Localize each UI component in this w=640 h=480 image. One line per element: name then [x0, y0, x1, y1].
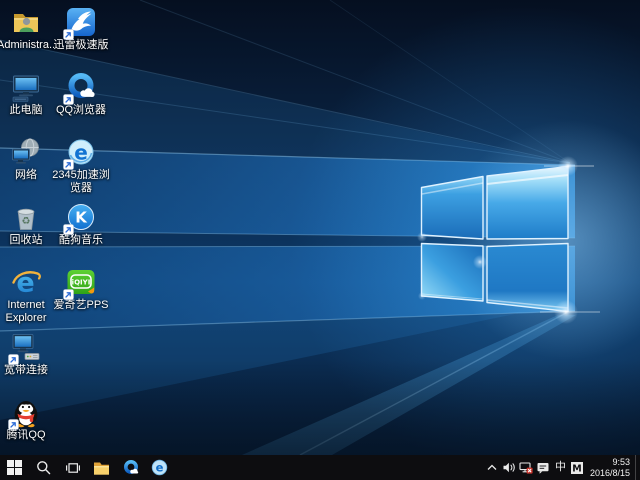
icon-label: 迅雷极速版: [52, 39, 110, 52]
qq-browser-taskbar-button[interactable]: [116, 455, 145, 480]
desktop-icon-administrator-folder[interactable]: Administra...: [0, 6, 55, 52]
qq-browser-icon: [65, 71, 97, 103]
show-desktop-button[interactable]: [635, 455, 640, 480]
icon-label: 爱奇艺PPS: [52, 299, 110, 312]
tray-input-method-chinese-indicator[interactable]: 中: [552, 455, 569, 480]
taskbar: e: [0, 455, 640, 480]
2345-browser-icon: e: [65, 136, 97, 168]
icon-label: Administra...: [0, 39, 55, 52]
tray-input-method-m-indicator[interactable]: M: [569, 455, 586, 480]
file-explorer-icon: [93, 461, 110, 475]
icon-label: QQ浏览器: [52, 104, 110, 117]
system-tray: 中 M 9:53 2016/8/15: [484, 455, 640, 480]
desktop-icon-internet-explorer[interactable]: e Internet Explorer: [0, 266, 55, 325]
shortcut-arrow-icon: [8, 419, 19, 430]
desktop-icon-kugou-music[interactable]: K 酷狗音乐: [52, 201, 110, 247]
input-m-icon: M: [570, 461, 584, 475]
shortcut-arrow-icon: [63, 159, 74, 170]
svg-text:e: e: [156, 461, 164, 475]
desktop-icon-recycle-bin[interactable]: ♻ 回收站: [0, 201, 55, 247]
tencent-qq-icon: [10, 396, 42, 428]
shortcut-arrow-icon: [63, 289, 74, 300]
2345-browser-taskbar-button[interactable]: e: [145, 455, 174, 480]
icon-label: 回收站: [0, 234, 55, 247]
icon-label: 宽带连接: [0, 364, 55, 377]
shortcut-arrow-icon: [63, 224, 74, 235]
svg-text:e: e: [74, 141, 88, 165]
file-explorer-button[interactable]: [87, 455, 116, 480]
shortcut-arrow-icon: [8, 354, 19, 365]
recycle-bin-icon: ♻: [10, 201, 42, 233]
chevron-up-icon: [486, 462, 498, 474]
desktop-icon-thunder-speed[interactable]: 迅雷极速版: [52, 6, 110, 52]
search-icon: [36, 460, 51, 475]
svg-text:iQIYI: iQIYI: [72, 278, 91, 286]
svg-text:K: K: [75, 209, 88, 227]
task-view-button[interactable]: [58, 455, 87, 480]
thunder-icon: [65, 6, 97, 38]
desktop-icon-network[interactable]: 网络: [0, 136, 55, 182]
task-view-icon: [65, 461, 81, 475]
clock-date: 2016/8/15: [590, 468, 630, 479]
shortcut-arrow-icon: [63, 94, 74, 105]
qq-browser-icon: [122, 459, 140, 477]
network-icon: [10, 136, 42, 168]
tray-message-button[interactable]: [535, 455, 552, 480]
message-icon: [536, 461, 550, 475]
desktop-icon-this-pc[interactable]: 此电脑: [0, 71, 55, 117]
tray-network-disconnected-button[interactable]: [518, 455, 535, 480]
start-button[interactable]: [0, 455, 29, 480]
iqiyi-pps-icon: iQIYI: [65, 266, 97, 298]
windows-logo-icon: [7, 460, 22, 475]
kugou-music-icon: K: [65, 201, 97, 233]
desktop-icon-2345-browser[interactable]: e 2345加速浏 览器: [52, 136, 110, 195]
network-disconnected-icon: [519, 461, 533, 474]
desktop-icon-qq-browser[interactable]: QQ浏览器: [52, 71, 110, 117]
administrator-folder-icon: [10, 6, 42, 38]
svg-text:♻: ♻: [22, 216, 31, 227]
desktop-icon-tencent-qq[interactable]: 腾讯QQ: [0, 396, 55, 442]
tray-chevron-up-button[interactable]: [484, 455, 501, 480]
icon-label: 网络: [0, 169, 55, 182]
icon-label: 2345加速浏 览器: [52, 169, 110, 195]
icon-label: Internet Explorer: [0, 299, 55, 325]
desktop-icon-iqiyi-pps[interactable]: iQIYI 爱奇艺PPS: [52, 266, 110, 312]
icon-label: 酷狗音乐: [52, 234, 110, 247]
icon-label: 腾讯QQ: [0, 429, 55, 442]
this-pc-icon: [10, 71, 42, 103]
tray-volume-button[interactable]: [501, 455, 518, 480]
internet-explorer-icon: e: [10, 266, 42, 298]
icon-label: 此电脑: [0, 104, 55, 117]
broadband-connection-icon: [10, 331, 42, 363]
windows-desktop: Administra... 迅雷极速版: [0, 0, 640, 480]
shortcut-arrow-icon: [63, 29, 74, 40]
taskbar-clock[interactable]: 9:53 2016/8/15: [586, 457, 635, 478]
volume-icon: [502, 461, 516, 474]
2345-browser-icon: e: [151, 459, 168, 476]
svg-text:M: M: [573, 463, 582, 474]
input-chinese-label: 中: [555, 462, 566, 473]
search-button[interactable]: [29, 455, 58, 480]
desktop-area: Administra... 迅雷极速版: [0, 0, 640, 455]
desktop-icon-broadband-connection[interactable]: 宽带连接: [0, 331, 55, 377]
clock-time: 9:53: [590, 457, 630, 468]
